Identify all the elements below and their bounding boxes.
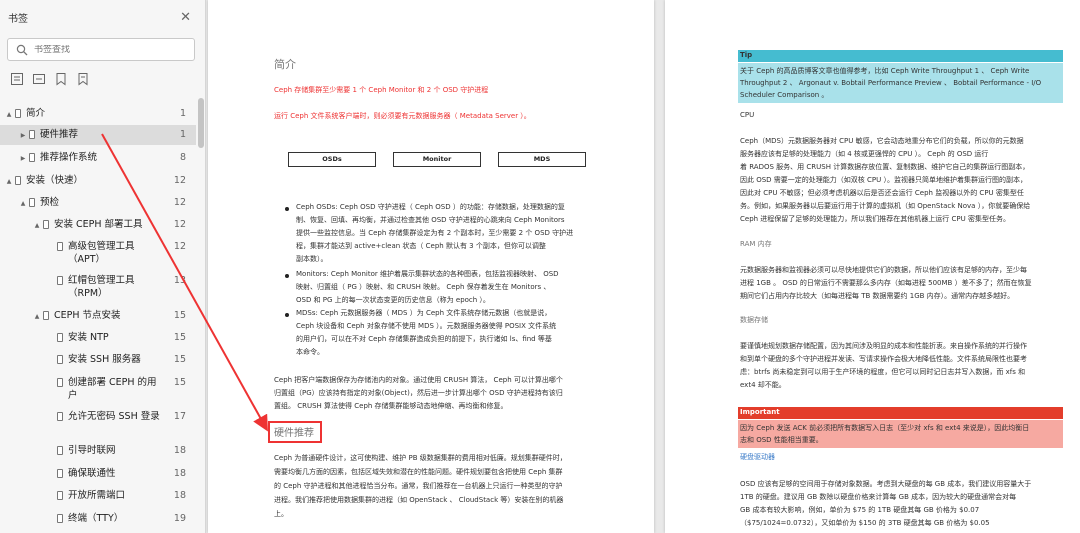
annotation-arrow: [101, 133, 268, 432]
pdf-viewer: 书签 ✕ ▲简介1▶硬件推荐1▶推荐操作系统8▲安装（快速）12▲预检12▲安装…: [0, 0, 1080, 533]
